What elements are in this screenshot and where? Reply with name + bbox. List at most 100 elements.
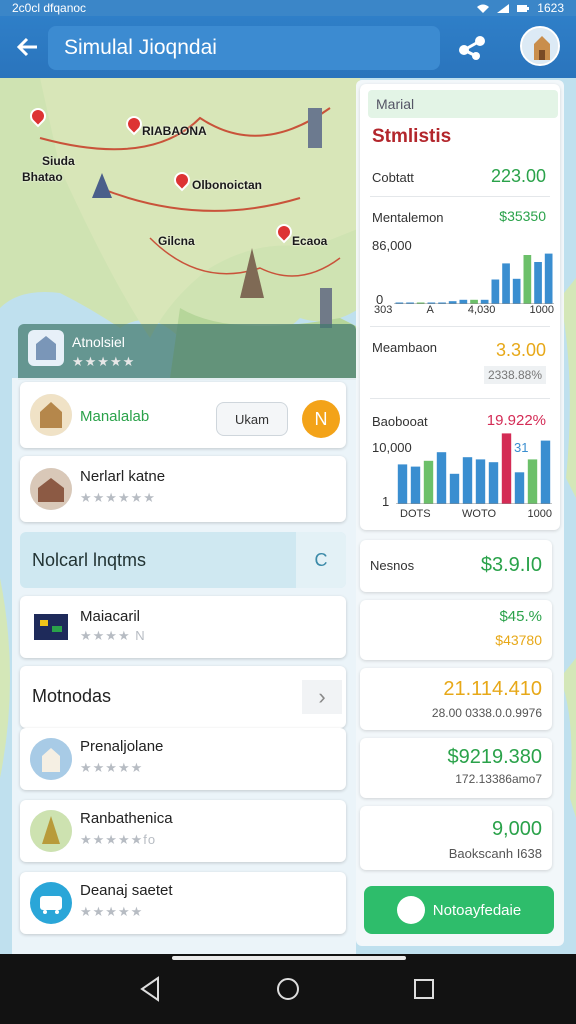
place-title: Manalalab [80,408,150,425]
stat-label: Baobooat [372,414,428,429]
recents-square-icon[interactable] [407,972,441,1006]
map-label: RIABAONA [142,124,207,138]
chart-bar [397,464,408,504]
gesture-handle [172,956,406,960]
places-list: Manalalab Ukam N Nerlarl katne ★★★★★★ No… [12,378,356,954]
filter-chip[interactable]: Ukam [216,402,288,436]
arrow-left-icon [16,37,37,57]
stat-value: 3.3.00 [495,340,546,360]
refresh-icon: C [314,549,328,570]
value-amount: 9,000 [491,818,542,840]
place-row[interactable]: Ranbathenica ★★★★★fo [20,800,346,862]
divider [370,196,550,197]
chart-bar [488,462,499,504]
map-label: Ecaoa [292,234,328,248]
value-sub: 28.00 0338.0.0.9976 [431,706,542,720]
rating-stars: ★★★★★ [80,760,144,775]
place-row[interactable]: Maiacaril ★★★★ N [20,596,346,658]
stat-value: $35350 [499,208,546,224]
x-tick-label: 303 [374,304,393,316]
stat-label: Mentalemon [372,210,444,225]
bus-icon [40,896,62,914]
statistics-panel: Marial Stmlistis Cobtatt 223.00 Mentalem… [356,80,564,946]
place-row[interactable]: Prenaljolane ★★★★★ [20,728,346,790]
chart-bar [534,262,542,304]
bar-chart-1 [394,253,554,304]
monument-icon [30,738,72,780]
chart-bar [475,459,486,504]
home-circle-icon[interactable] [271,972,305,1006]
search-title-bar[interactable]: Simulal Jioqndai [48,26,440,70]
palace-icon [30,468,72,510]
place-title: Deanaj saetet [80,882,173,899]
chart-bar [527,459,538,504]
back-button[interactable] [0,16,56,78]
value-amount: $9219.380 [447,746,542,768]
section-label: Nolcarl lnqtms [32,550,147,570]
value-card[interactable]: $45.% $43780 [360,600,552,660]
divider [370,398,550,399]
temple-avatar-icon [522,28,558,64]
battery-icon [517,4,530,12]
featured-place-row[interactable]: Manalalab Ukam N [20,382,346,448]
chart-bar [523,255,532,304]
value-sub: $43780 [495,632,542,648]
chart-bar [423,460,434,504]
more-places-row[interactable]: Motnodas › [20,666,346,728]
location-card[interactable]: Atnolsiel ★★★★★ [18,324,356,380]
place-thumbnail [30,810,72,852]
status-bar: 2c0cl dfqanoc 1623 [0,0,576,16]
more-label: Motnodas [32,686,112,706]
chevron-right-icon: › [302,680,342,714]
stat-value: 223.00 [490,166,546,186]
value-card[interactable]: 21.114.410 28.00 0338.0.0.9976 [360,668,552,730]
navigate-button[interactable]: N [302,400,340,438]
place-row[interactable]: Deanaj saetet ★★★★★ [20,872,346,934]
x-tick-label: 1000 [529,304,554,316]
location-name: Atnolsiel [72,334,125,350]
map-label: Siuda [42,154,75,168]
back-triangle-icon[interactable] [134,972,168,1006]
chart-bar [449,473,460,504]
x-tick-label: A [426,304,434,316]
section-header-row[interactable]: Nolcarl lnqtms C [20,532,346,588]
building-icon [396,896,425,924]
app-bar: Simulal Jioqndai [0,16,576,78]
chart-bar [436,452,447,504]
x-tick-label: 4,030 [467,304,496,316]
signal-icon [497,3,510,13]
wifi-icon [477,4,490,13]
stat-label: Cobtatt [372,170,414,185]
value-amount: $3.9.I0 [480,554,542,576]
map-label: Bhatao [22,170,63,184]
place-row[interactable]: Nerlarl katne ★★★★★★ [20,456,346,522]
refresh-button[interactable]: C [296,532,346,588]
x-tick-label: 1000 [527,508,552,520]
place-thumbnail [30,882,72,924]
stats-tag: Marial [368,90,558,118]
map-label: Gilcna [158,234,195,248]
place-title: Nerlarl katne [80,468,166,485]
building-icon [36,336,56,360]
share-icon[interactable] [456,34,488,62]
stat-value: 19.922% [486,412,546,429]
value-card[interactable]: $9219.380 172.13386amo7 [360,738,552,798]
stat-label: Meambaon [372,340,438,355]
chart-bar [514,472,525,504]
chart-bar [512,278,521,304]
rating-stars: ★★★★★ [80,904,144,919]
value-sub: 172.13386amo7 [455,772,542,786]
user-avatar[interactable] [520,26,560,66]
value-card[interactable]: Nesnos $3.9.I0 [360,540,552,592]
divider [370,326,550,327]
chart-bar [491,279,500,304]
primary-action-button[interactable]: Notoayfedaie [364,886,554,934]
place-thumbnail [30,738,72,780]
place-thumbnail [30,394,72,436]
app-title: Simulal Jioqndai [64,36,217,59]
value-card[interactable]: 9,000 Baokscanh I638 [360,806,552,870]
rating-stars: ★★★★★ [72,354,136,369]
action-button-label: Notoayfedaie [432,901,522,919]
chart-x-axis: DOTS WOTO 1000 [400,508,552,520]
pattern-icon [34,614,68,640]
